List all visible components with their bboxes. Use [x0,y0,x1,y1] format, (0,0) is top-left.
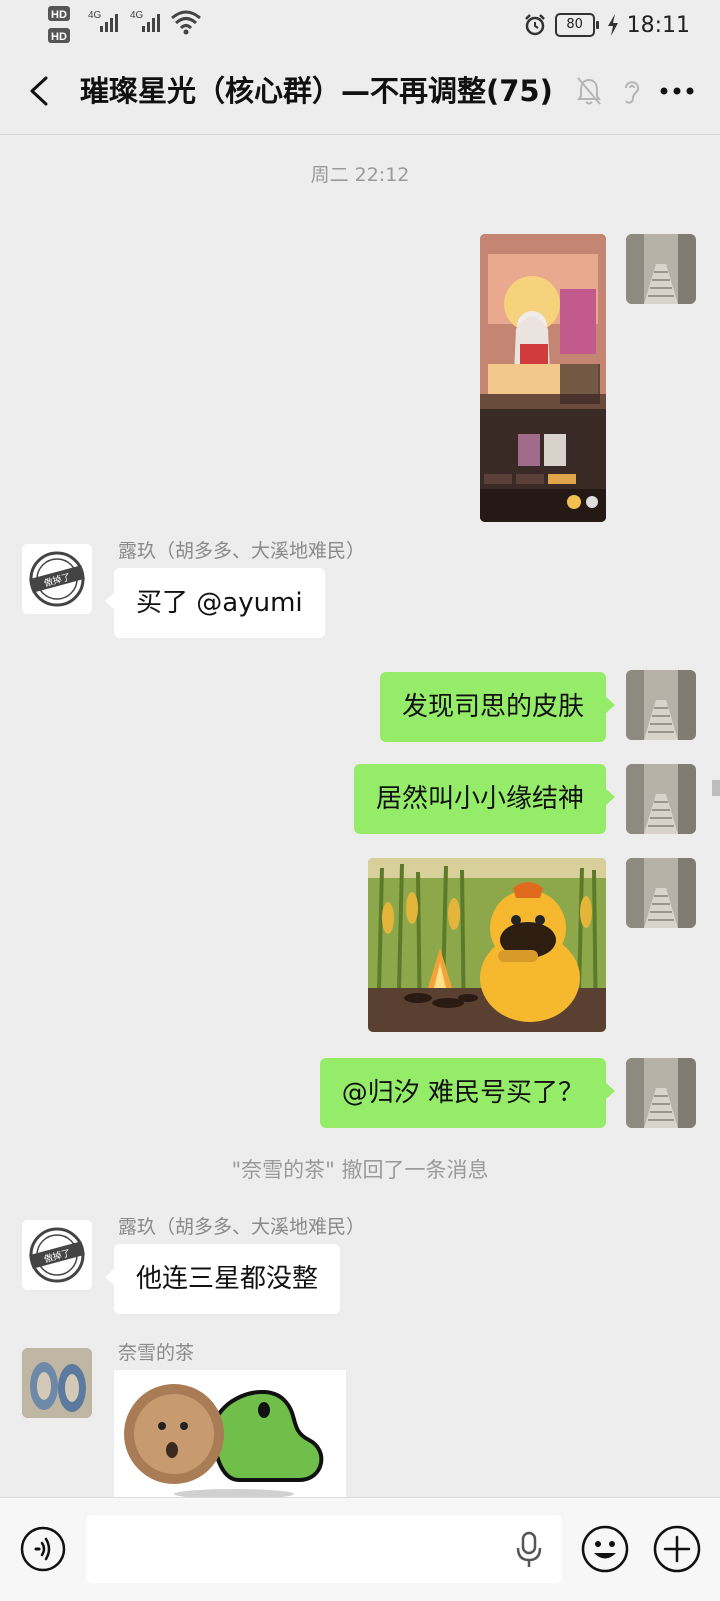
incoming-message-bubble[interactable]: 他连三星都没整 [104,1244,341,1314]
message-list[interactable]: 周二 22:12 傲掉了 露玖（胡多多、大溪地难民） 买了 @ayumi 发现司… [0,134,720,1497]
sender-name: 露玖（胡多多、大溪地难民） [118,1216,366,1238]
chat-header: 璀璨星光（核心群）—不再调整(75) [0,48,720,135]
outgoing-message-bubble[interactable]: 居然叫小小缘结神 [353,764,616,834]
sticker-image-hamster-bean[interactable] [114,1370,346,1497]
my-avatar[interactable] [626,764,696,834]
svg-text:HD: HD [51,9,67,21]
status-bar: HD HD 4G 4G 80 18:11 [0,0,720,48]
game-screenshot-image[interactable] [480,234,606,522]
chat-title: 璀璨星光（核心群）—不再调整(75) [80,74,553,108]
signal-wifi-icons: HD HD 4G 4G [48,6,201,43]
earpiece-icon [625,81,640,104]
more-options-icon[interactable] [660,86,694,96]
battery-indicator: 80 [554,13,599,37]
my-avatar[interactable] [626,670,696,740]
message-timestamp: 周二 22:12 [310,164,410,186]
alarm-icon [524,14,545,36]
my-avatar[interactable] [626,1058,696,1128]
my-avatar[interactable] [626,858,696,928]
svg-text:4G: 4G [88,10,102,21]
message-input[interactable] [86,1515,562,1583]
input-bar [0,1497,720,1601]
voice-input-icon[interactable] [20,1526,66,1572]
svg-text:HD: HD [51,31,67,43]
charging-icon [607,14,618,36]
back-arrow-icon[interactable] [24,74,58,108]
incoming-message-bubble[interactable]: 买了 @ayumi [105,568,325,638]
svg-text:4G: 4G [130,10,144,21]
sender-name: 露玖（胡多多、大溪地难民） [118,540,366,562]
outgoing-message-bubble[interactable]: 发现司思的皮肤 [379,672,616,742]
mute-bell-icon [577,77,601,105]
sender-avatar[interactable] [22,1348,92,1418]
sticker-image-bear-corn[interactable] [368,858,606,1032]
sender-avatar[interactable]: 傲掉了 [22,544,92,614]
more-actions-plus-icon[interactable] [652,1524,702,1574]
outgoing-message-bubble[interactable]: @归汐 难民号买了？ [319,1058,616,1128]
emoji-icon[interactable] [580,1524,630,1574]
scroll-indicator [712,780,720,796]
recall-notice: "奈雪的茶" 撤回了一条消息 [231,1158,489,1182]
microphone-icon[interactable] [514,1530,544,1570]
sender-name: 奈雪的茶 [118,1342,195,1364]
sender-avatar[interactable]: 傲掉了 [22,1220,92,1290]
my-avatar[interactable] [626,234,696,304]
clock: 18:11 [626,12,690,38]
